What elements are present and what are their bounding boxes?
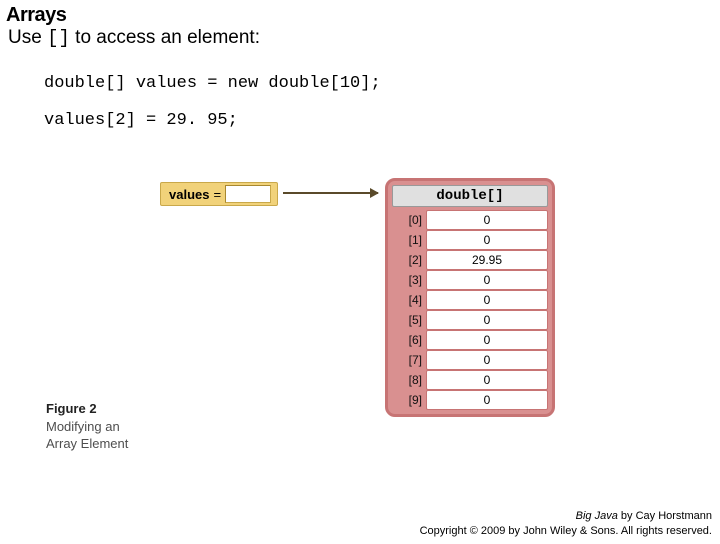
array-row: [9]0 <box>392 390 548 410</box>
array-cell: 0 <box>426 390 548 410</box>
array-index: [6] <box>392 330 426 350</box>
array-index: [2] <box>392 250 426 270</box>
code-block: double[] values = new double[10]; values… <box>44 65 720 140</box>
array-row: [5]0 <box>392 310 548 330</box>
array-row: [4]0 <box>392 290 548 310</box>
variable-box: values = <box>160 182 278 206</box>
array-cell: 0 <box>426 350 548 370</box>
array-cell: 0 <box>426 290 548 310</box>
figure-text-2: Array Element <box>46 436 128 451</box>
array-row: [2]29.95 <box>392 250 548 270</box>
array-row: [6]0 <box>392 330 548 350</box>
equals-sign: = <box>213 187 221 202</box>
reference-arrow <box>283 192 378 194</box>
array-row: [0]0 <box>392 210 548 230</box>
array-index: [0] <box>392 210 426 230</box>
subtitle: Use [] to access an element: <box>8 27 720 49</box>
figure-number: Figure 2 <box>46 401 97 416</box>
array-type-label: double[] <box>392 185 548 207</box>
page-title: Arrays <box>6 4 720 27</box>
footer-copyright: Copyright © 2009 by John Wiley & Sons. A… <box>420 524 712 538</box>
array-index: [9] <box>392 390 426 410</box>
array-cell: 0 <box>426 270 548 290</box>
array-cell: 0 <box>426 210 548 230</box>
figure-caption: Figure 2 Modifying an Array Element <box>46 400 128 453</box>
figure-text-1: Modifying an <box>46 419 120 434</box>
array-index: [3] <box>392 270 426 290</box>
array-row: [8]0 <box>392 370 548 390</box>
subtitle-post: to access an element: <box>70 27 260 48</box>
reference-slot <box>225 185 271 203</box>
subtitle-pre: Use <box>8 27 47 48</box>
array-cell: 0 <box>426 230 548 250</box>
book-title: Big Java <box>576 510 618 522</box>
array-row: [7]0 <box>392 350 548 370</box>
code-line-1: double[] values = new double[10]; <box>44 65 720 102</box>
array-row: [1]0 <box>392 230 548 250</box>
array-index: [5] <box>392 310 426 330</box>
array-index: [8] <box>392 370 426 390</box>
array-object: double[] [0]0[1]0[2]29.95[3]0[4]0[5]0[6]… <box>385 178 555 417</box>
array-row: [3]0 <box>392 270 548 290</box>
array-index: [4] <box>392 290 426 310</box>
variable-name: values <box>169 187 209 202</box>
code-line-2: values[2] = 29. 95; <box>44 102 720 139</box>
array-cell: 0 <box>426 330 548 350</box>
subtitle-brackets: [] <box>47 27 70 49</box>
array-cell: 0 <box>426 370 548 390</box>
array-index: [7] <box>392 350 426 370</box>
footer-line-1: Big Java by Cay Horstmann <box>420 509 712 523</box>
book-author: by Cay Horstmann <box>618 510 712 522</box>
array-cell: 0 <box>426 310 548 330</box>
array-index: [1] <box>392 230 426 250</box>
footer: Big Java by Cay Horstmann Copyright © 20… <box>420 509 712 538</box>
array-diagram: values = double[] [0]0[1]0[2]29.95[3]0[4… <box>160 178 610 438</box>
array-cell: 29.95 <box>426 250 548 270</box>
